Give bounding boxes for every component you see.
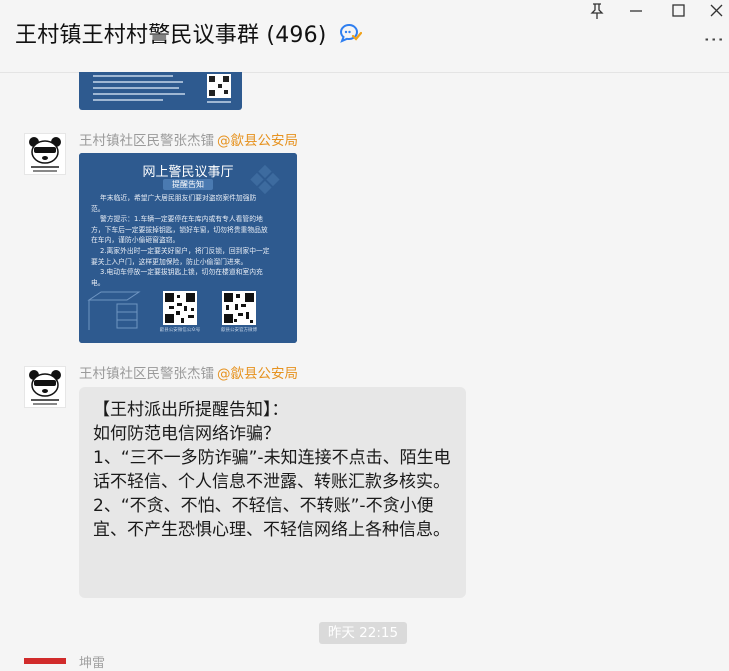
poster-line: 在车内，谨防小偷砸窗盗窃。 bbox=[91, 236, 180, 245]
desk-illustration bbox=[87, 291, 141, 330]
close-icon[interactable] bbox=[706, 1, 728, 21]
chat-title[interactable]: 王村镇王村村警民议事群 (496) bbox=[15, 17, 327, 49]
poster-line: 要关上入户门，这样更加保险，防止小偷溜门进来。 bbox=[91, 257, 248, 266]
message-text: 【王村派出所提醒告知】： 如何防范电信网络诈骗？ 1、“三不一多防诈骗”-未知连… bbox=[93, 400, 451, 540]
mention-tag[interactable]: @歙县公安局 bbox=[217, 133, 298, 149]
maximize-icon[interactable] bbox=[668, 1, 690, 21]
panda-avatar-icon bbox=[29, 370, 61, 405]
previous-poster-graphic bbox=[93, 74, 231, 103]
previous-image-message[interactable] bbox=[79, 72, 242, 110]
poster-line: 警方提示：1.车辆一定要停在车库内或有专人看管的地 bbox=[100, 215, 263, 224]
poster-line: 2.离家外出时一定要关好窗户，将门反锁，回到家中一定 bbox=[100, 246, 270, 255]
sender-avatar[interactable] bbox=[24, 366, 66, 408]
poster-line: 年末临近，希望广大居民朋友们要对盗窃案件加强防 bbox=[100, 194, 257, 202]
poster-line: 范。 bbox=[91, 204, 105, 213]
qr-caption-right: 歙县公安官方微博 bbox=[221, 328, 257, 333]
sender-avatar[interactable] bbox=[24, 133, 66, 175]
poster-body: 年末临近，希望广大居民朋友们要对盗窃案件加强防 范。 警方提示：1.车辆一定要停… bbox=[91, 193, 291, 288]
poster-image-message[interactable]: ❖ 网上警民议事厅 提醒告知 年末临近，希望广大居民朋友们要对盗窃案件加强防 范… bbox=[79, 153, 297, 343]
group-chat-icon[interactable] bbox=[338, 22, 362, 44]
sender-avatar[interactable] bbox=[24, 658, 66, 664]
poster-line: 方，下车后一定要拔掉钥匙，锁好车窗，切勿将贵重物品放 bbox=[91, 225, 268, 234]
sender-name: 王村镇社区民警张杰镭 @歙县公安局 bbox=[79, 366, 298, 382]
minimize-icon[interactable] bbox=[625, 1, 647, 21]
group-name: 王村镇王村村警民议事群 bbox=[15, 23, 260, 48]
timestamp-divider: 昨天 22:15 bbox=[319, 622, 407, 644]
poster-line: 3.电动车停放一定要拔钥匙上锁，切勿在楼道和室内充 bbox=[100, 268, 263, 277]
panda-avatar-icon bbox=[29, 137, 61, 172]
qr-code-weibo bbox=[222, 291, 256, 325]
qr-code-wechat bbox=[163, 291, 197, 325]
poster-heading: 网上警民议事厅 bbox=[142, 165, 234, 180]
member-count: (496) bbox=[266, 23, 327, 48]
more-options-icon[interactable]: ⋮ bbox=[703, 30, 727, 51]
poster-line: 电。 bbox=[91, 278, 105, 287]
qr-caption-left: 歙县公安微信公众号 bbox=[159, 328, 201, 333]
chat-header: 王村镇王村村警民议事群 (496) ⋮ bbox=[0, 0, 729, 73]
text-message-bubble[interactable]: 【王村派出所提醒告知】： 如何防范电信网络诈骗？ 1、“三不一多防诈骗”-未知连… bbox=[79, 387, 466, 598]
sender-name: 王村镇社区民警张杰镭 @歙县公安局 bbox=[79, 133, 298, 149]
mention-tag[interactable]: @歙县公安局 bbox=[217, 366, 298, 382]
pin-window-icon[interactable] bbox=[586, 1, 608, 21]
poster-subheading: 提醒告知 bbox=[163, 179, 213, 190]
